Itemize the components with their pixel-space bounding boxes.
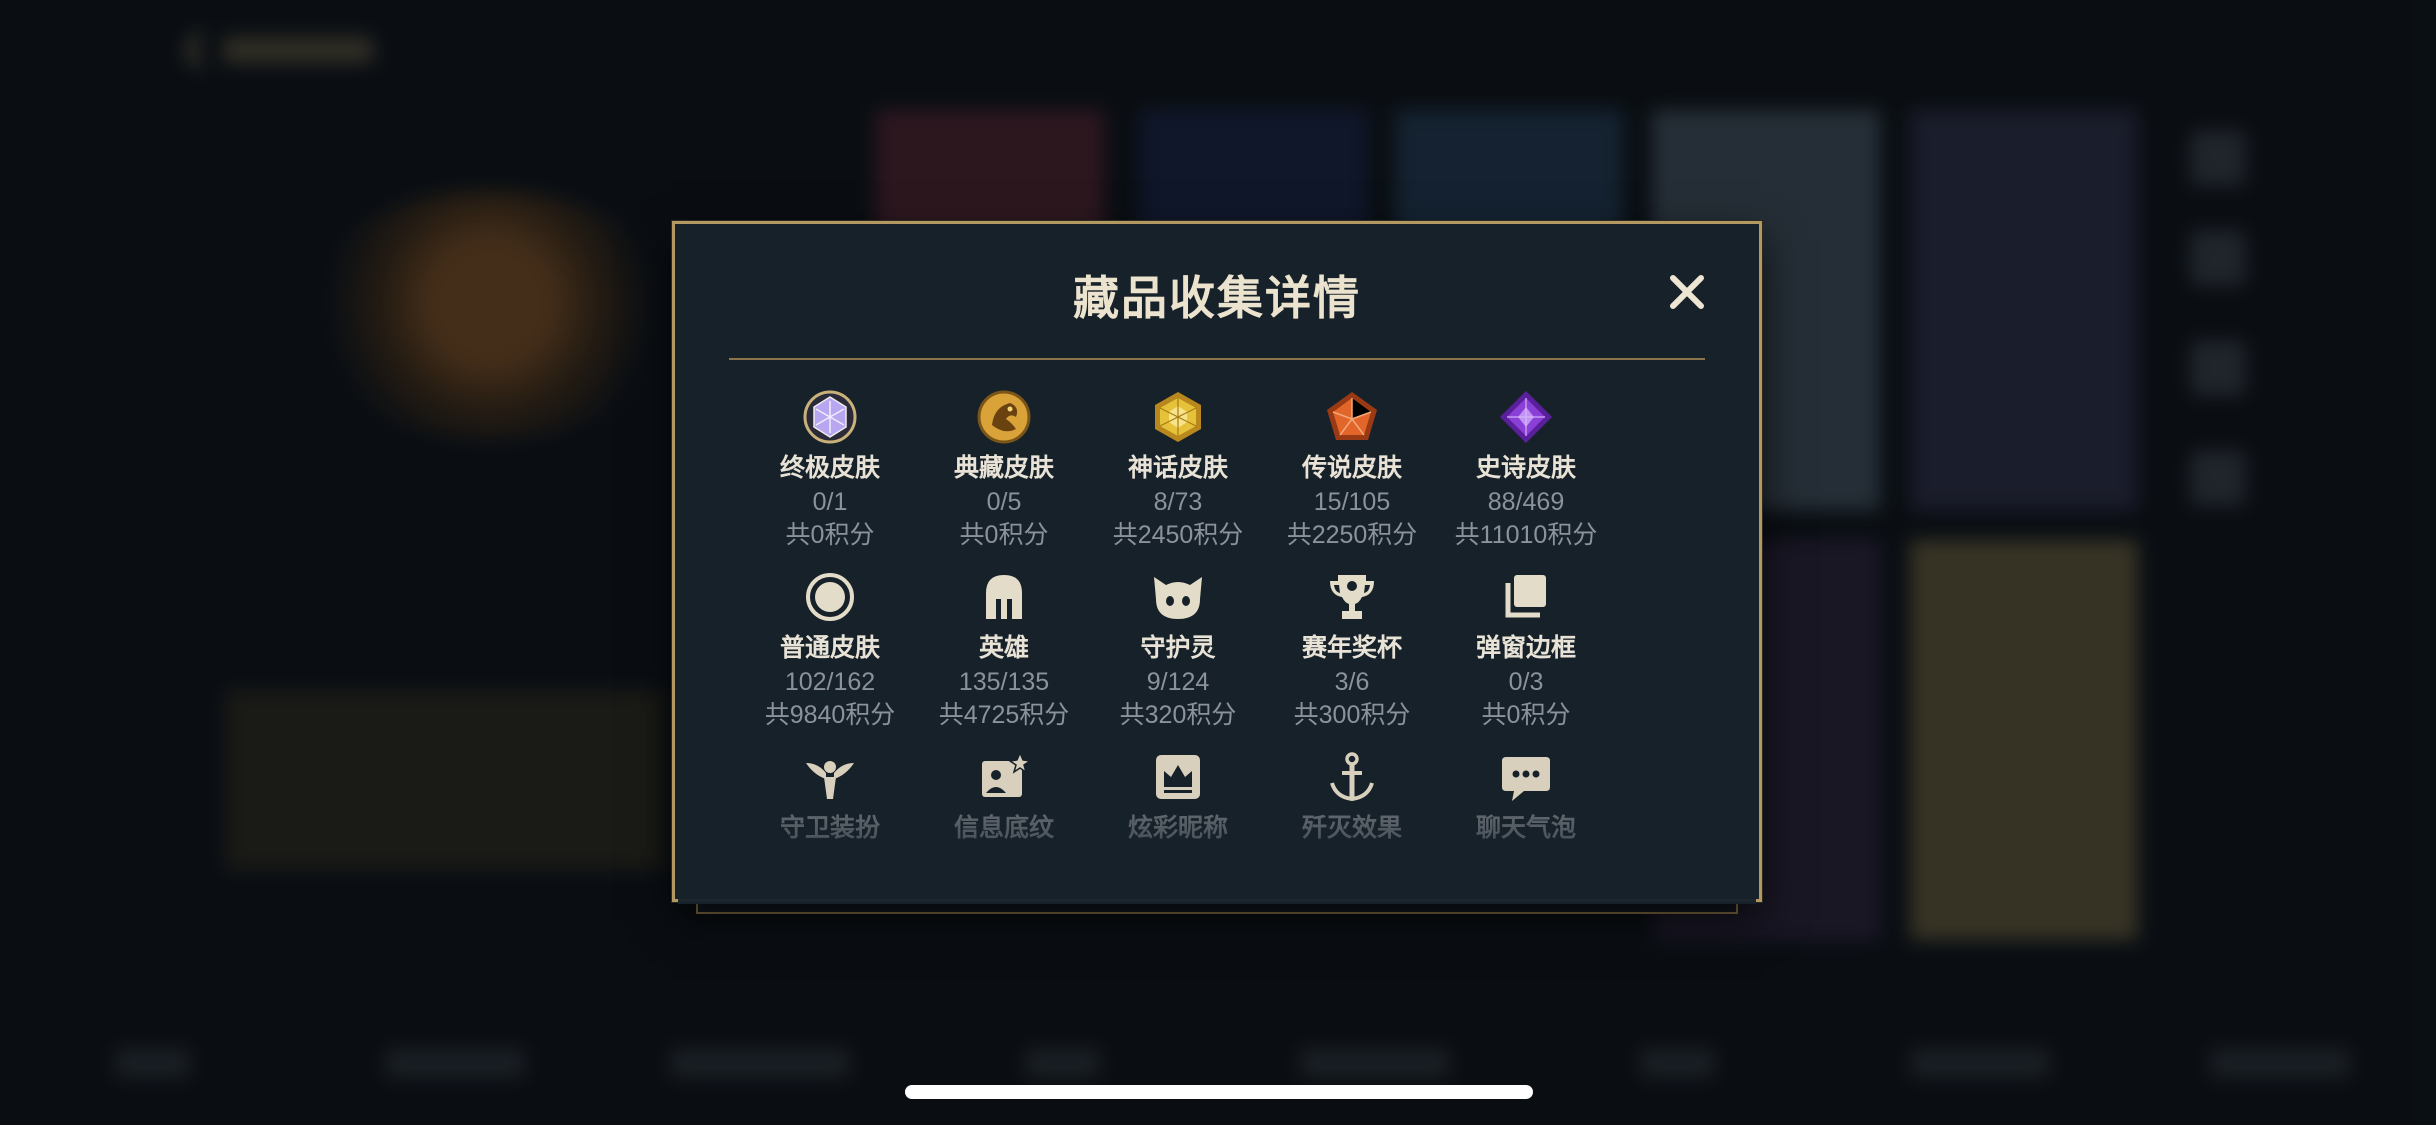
category-name: 守护灵 <box>1140 634 1216 662</box>
trophy-icon <box>1330 575 1374 619</box>
category-season-trophy[interactable]: 赛年奖杯 3/6 共300积分 <box>1265 569 1439 731</box>
category-name: 信息底纹 <box>953 814 1054 842</box>
category-count: 9/124 <box>1146 668 1210 696</box>
ward-skin-icon <box>806 761 854 799</box>
category-name: 聊天气泡 <box>1475 814 1576 842</box>
category-count: 102/162 <box>784 668 876 696</box>
category-name: 守卫装扮 <box>779 814 880 842</box>
category-count: 15/105 <box>1313 488 1391 516</box>
champion-helmet-icon <box>986 575 1022 619</box>
category-score: 共300积分 <box>1293 701 1411 729</box>
category-count: 0/3 <box>1508 668 1544 696</box>
category-score: 共4725积分 <box>938 701 1070 729</box>
category-name: 神话皮肤 <box>1127 454 1228 482</box>
category-chat-bubble[interactable]: 聊天气泡 <box>1439 749 1613 843</box>
category-score: 共0积分 <box>785 521 875 549</box>
title-divider <box>729 358 1705 360</box>
category-name: 赛年奖杯 <box>1301 634 1402 662</box>
epic-skin-gem-icon <box>1500 391 1552 443</box>
category-score: 共320积分 <box>1119 701 1237 729</box>
category-score: 共0积分 <box>959 521 1049 549</box>
category-score: 共11010积分 <box>1454 521 1598 549</box>
dialog-title: 藏品收集详情 <box>1073 272 1361 324</box>
close-icon <box>1670 275 1704 309</box>
category-count: 135/135 <box>958 668 1050 696</box>
banner-icon <box>982 751 1032 797</box>
legendary-skin-gem-icon <box>1327 392 1377 440</box>
category-name: 史诗皮肤 <box>1475 454 1576 482</box>
popup-frame-icon <box>1505 575 1546 618</box>
finisher-effect-icon <box>1330 752 1374 802</box>
category-name: 弹窗边框 <box>1475 634 1576 662</box>
category-popup-frame[interactable]: 弹窗边框 0/3 共0积分 <box>1439 569 1613 731</box>
category-score: 共0积分 <box>1481 701 1571 729</box>
companion-icon <box>1154 577 1202 619</box>
category-name: 炫彩昵称 <box>1127 814 1228 842</box>
category-banner[interactable]: 信息底纹 <box>917 749 1091 843</box>
category-prestige-skin[interactable]: 典藏皮肤 0/5 共0积分 <box>917 389 1091 551</box>
category-score: 共2250积分 <box>1286 521 1418 549</box>
prestige-skin-dragon-icon <box>977 390 1031 444</box>
category-count: 3/6 <box>1334 668 1370 696</box>
category-count: 0/1 <box>812 488 848 516</box>
category-score: 共9840积分 <box>764 701 896 729</box>
category-colored-name[interactable]: 炫彩昵称 <box>1091 749 1265 843</box>
category-name: 终极皮肤 <box>779 454 880 482</box>
category-companion[interactable]: 守护灵 9/124 共320积分 <box>1091 569 1265 731</box>
category-count: 0/5 <box>986 488 1022 516</box>
category-legendary-skin[interactable]: 传说皮肤 15/105 共2250积分 <box>1265 389 1439 551</box>
chat-bubble-icon <box>1502 757 1550 801</box>
ultimate-skin-gem-icon <box>803 390 857 444</box>
category-name: 普通皮肤 <box>779 634 880 662</box>
category-name: 传说皮肤 <box>1301 454 1402 482</box>
mythic-skin-gem-icon <box>1155 392 1201 442</box>
category-count: 88/469 <box>1487 488 1565 516</box>
category-count: 8/73 <box>1153 488 1203 516</box>
category-mythic-skin[interactable]: 神话皮肤 8/73 共2450积分 <box>1091 389 1265 551</box>
collection-details-dialog: 藏品收集详情 终极皮肤 0/1 共0积分 典藏皮肤 0/5 共0积分 神话皮肤 … <box>672 221 1762 904</box>
category-standard-skin[interactable]: 普通皮肤 102/162 共9840积分 <box>743 569 917 731</box>
close-button[interactable] <box>1663 268 1711 316</box>
category-ultimate-skin[interactable]: 终极皮肤 0/1 共0积分 <box>743 389 917 551</box>
category-score: 共2450积分 <box>1112 521 1244 549</box>
category-champion[interactable]: 英雄 135/135 共4725积分 <box>917 569 1091 731</box>
standard-skin-icon <box>806 573 854 621</box>
category-ward-skin[interactable]: 守卫装扮 <box>743 749 917 843</box>
home-indicator[interactable] <box>905 1085 1533 1099</box>
category-name: 典藏皮肤 <box>953 454 1054 482</box>
category-name: 英雄 <box>978 634 1029 662</box>
category-name: 歼灭效果 <box>1301 814 1402 842</box>
category-epic-skin[interactable]: 史诗皮肤 88/469 共11010积分 <box>1439 389 1613 551</box>
colored-name-icon <box>1156 755 1200 799</box>
category-finisher-effect[interactable]: 歼灭效果 <box>1265 749 1439 843</box>
